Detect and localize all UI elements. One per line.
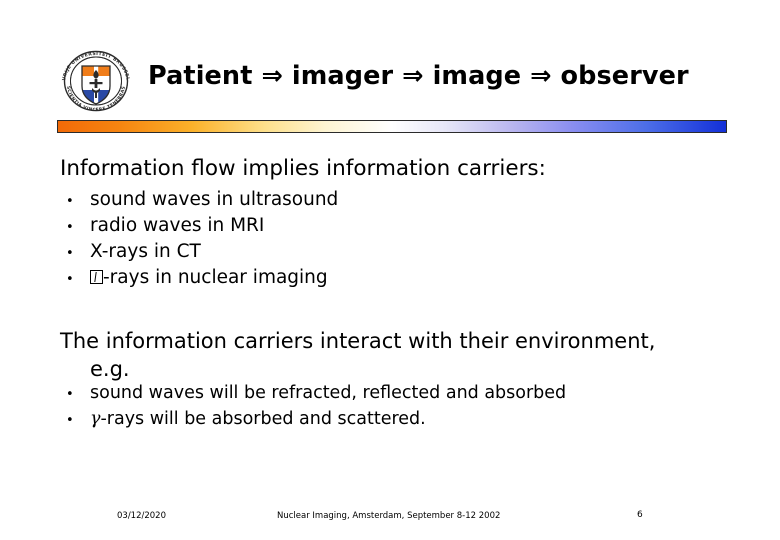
list-item-label: sound waves will be refracted, reflected… [90,383,567,403]
slide-title: Patient ⇒ imager ⇒ image ⇒ observer [148,61,689,91]
interaction-bullet-list: • sound waves will be refracted, reflect… [60,383,700,435]
list-item-label: sound waves in ultrasound [90,189,339,210]
list-item: • sound waves will be refracted, reflect… [60,383,700,409]
footer-page-number: 6 [637,510,643,520]
slide-canvas: VRIJE UNIVERSITEIT BRUSSEL SCIENTIA VINC… [0,0,780,540]
bullet-dot-icon: • [66,387,74,402]
slide-footer: 03/12/2020 Nuclear Imaging, Amsterdam, S… [0,508,780,528]
gradient-divider-bar [57,120,727,133]
interaction-paragraph: The information carriers interact with t… [60,328,730,383]
vub-university-seal-logo: VRIJE UNIVERSITEIT BRUSSEL SCIENTIA VINC… [56,48,136,114]
paragraph-line-1: The information carriers interact with t… [60,329,656,353]
list-item: • sound waves in ultrasound [60,188,660,214]
list-item-label: X-rays in CT [90,241,201,262]
missing-glyph-box-icon [90,270,103,284]
gamma-symbol: γ [90,409,101,429]
bullet-dot-icon: • [66,194,74,209]
bullet-dot-icon: • [66,246,74,261]
list-item: • γ-rays will be absorbed and scattered. [60,409,700,435]
list-item-label: radio waves in MRI [90,215,265,236]
footer-conference: Nuclear Imaging, Amsterdam, September 8-… [277,511,501,521]
list-item: • radio waves in MRI [60,214,660,240]
list-item: • -rays in nuclear imaging [60,266,660,292]
list-item-text: -rays in nuclear imaging [103,267,328,288]
bullet-dot-icon: • [66,413,74,428]
paragraph-line-2: e.g. [90,356,130,381]
carriers-bullet-list: • sound waves in ultrasound • radio wave… [60,188,660,292]
list-item-text: -rays will be absorbed and scattered. [100,409,426,429]
list-item-label: -rays in nuclear imaging [90,266,328,289]
list-item: • X-rays in CT [60,240,660,266]
list-item-label: γ-rays will be absorbed and scattered. [90,409,426,431]
footer-date: 03/12/2020 [117,511,166,521]
bullet-dot-icon: • [66,272,74,287]
lead-statement-1: Information flow implies information car… [60,156,546,181]
bullet-dot-icon: • [66,220,74,235]
